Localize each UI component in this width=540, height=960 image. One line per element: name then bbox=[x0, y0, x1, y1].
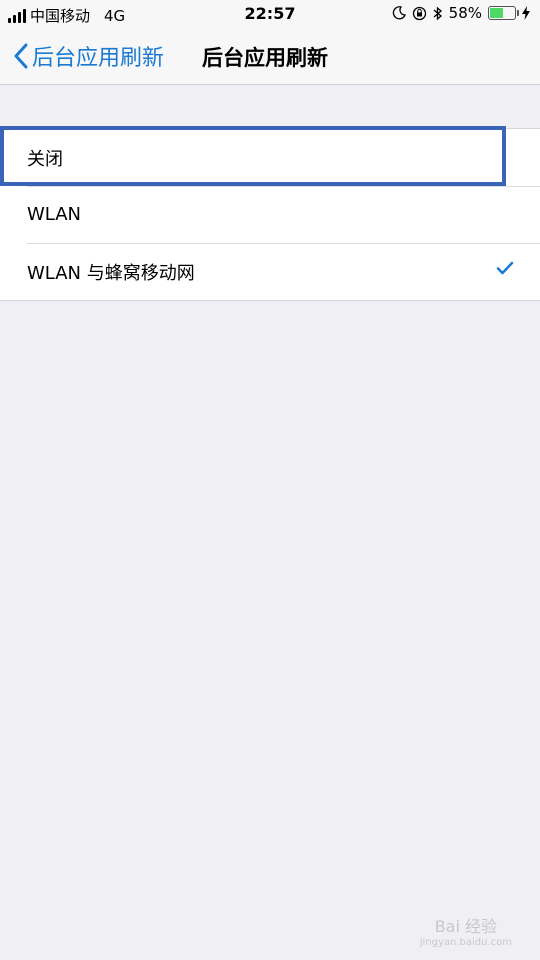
option-off[interactable]: 关闭 bbox=[0, 129, 540, 186]
navigation-bar: 后台应用刷新 后台应用刷新 bbox=[0, 30, 540, 85]
page-title: 后台应用刷新 bbox=[202, 46, 328, 70]
checkmark-icon bbox=[496, 261, 514, 275]
moon-icon bbox=[392, 6, 406, 20]
watermark-text: Bai 经验 bbox=[434, 917, 498, 936]
charging-icon bbox=[522, 6, 530, 20]
watermark: Bai 经验 jingyan.baidu.com bbox=[420, 913, 512, 948]
status-bar: 中国移动 4G 22:57 58% bbox=[0, 0, 540, 30]
option-wlan-cellular[interactable]: WLAN 与蜂窝移动网 bbox=[0, 243, 540, 300]
status-right: 58% bbox=[392, 4, 530, 22]
battery-icon bbox=[488, 6, 519, 20]
back-button-label: 后台应用刷新 bbox=[32, 46, 165, 71]
bluetooth-icon bbox=[433, 6, 442, 20]
option-wlan[interactable]: WLAN bbox=[0, 186, 540, 243]
watermark-subtext: jingyan.baidu.com bbox=[419, 937, 512, 948]
chevron-left-icon bbox=[14, 43, 28, 69]
back-button[interactable]: 后台应用刷新 bbox=[14, 40, 164, 72]
battery-percent: 58% bbox=[448, 4, 482, 22]
options-list: 关闭 WLAN WLAN 与蜂窝移动网 bbox=[0, 128, 540, 301]
option-label: 关闭 bbox=[27, 148, 63, 170]
orientation-lock-icon bbox=[412, 6, 426, 20]
option-label: WLAN 与蜂窝移动网 bbox=[27, 262, 195, 284]
option-label: WLAN bbox=[27, 204, 82, 225]
